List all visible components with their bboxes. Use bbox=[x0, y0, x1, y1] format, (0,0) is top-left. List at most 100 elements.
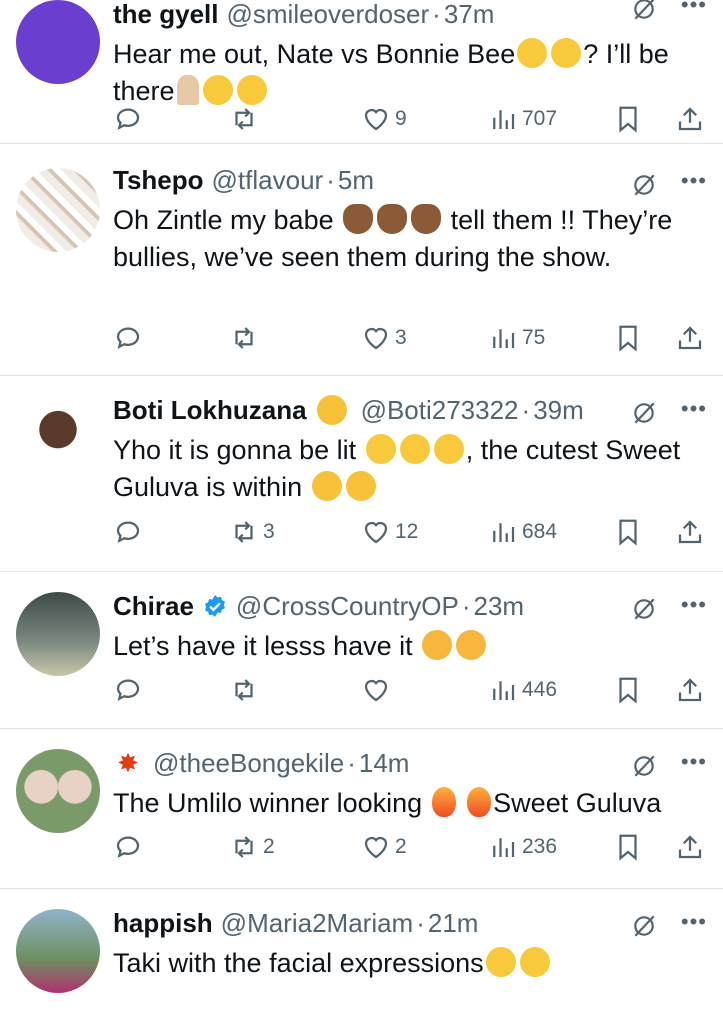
tweet[interactable]: Chirae @CrossCountryOP · 23m Let’s have … bbox=[0, 572, 723, 729]
timestamp[interactable]: 14m bbox=[359, 748, 410, 779]
bookmark-icon bbox=[619, 106, 637, 133]
avatar[interactable] bbox=[16, 749, 100, 833]
like-button[interactable]: 12 bbox=[361, 517, 418, 547]
avatar[interactable] bbox=[16, 0, 100, 84]
avatar[interactable] bbox=[16, 396, 100, 480]
share-button[interactable] bbox=[675, 323, 709, 353]
grok-icon[interactable] bbox=[631, 753, 657, 779]
handle[interactable]: @theeBongekile bbox=[153, 748, 344, 779]
retweet-count: 2 bbox=[263, 835, 275, 858]
views-button[interactable]: 236 bbox=[488, 832, 557, 862]
more-options-icon[interactable]: ••• bbox=[681, 0, 707, 18]
view-count: 75 bbox=[522, 326, 546, 349]
reply-button[interactable] bbox=[113, 323, 147, 353]
like-button[interactable]: 2 bbox=[361, 832, 407, 862]
like-button[interactable] bbox=[361, 675, 395, 705]
tweet[interactable]: the gyell @smileoverdoser · 37m Hear me … bbox=[0, 0, 723, 144]
display-name[interactable]: Tshepo bbox=[113, 165, 204, 196]
clapping-hands-icon bbox=[343, 204, 374, 234]
views-icon bbox=[493, 523, 515, 542]
retweet-button[interactable] bbox=[229, 323, 263, 353]
reply-button[interactable] bbox=[113, 517, 147, 547]
tweet-text: Yho it is gonna be lit , the cutest Swee… bbox=[113, 432, 707, 506]
retweet-button[interactable] bbox=[229, 675, 263, 705]
tweet[interactable]: Boti Lokhuzana @Boti273322 · 39m Yho it … bbox=[0, 376, 723, 572]
like-button[interactable]: 3 bbox=[361, 323, 407, 353]
tweet-body: happish @Maria2Mariam · 21m Taki with th… bbox=[113, 903, 707, 982]
tweet[interactable]: ✸ @theeBongekile · 14m The Umlilo winner… bbox=[0, 729, 723, 889]
retweet-button[interactable]: 2 bbox=[229, 832, 275, 862]
handle[interactable]: @smileoverdoser bbox=[226, 0, 429, 30]
grok-icon[interactable] bbox=[631, 913, 657, 939]
timestamp[interactable]: 21m bbox=[428, 908, 479, 939]
bookmark-button[interactable] bbox=[613, 675, 647, 705]
timestamp[interactable]: 37m bbox=[444, 0, 495, 30]
like-button[interactable]: 9 bbox=[361, 104, 407, 134]
grok-icon[interactable] bbox=[631, 0, 657, 22]
bookmark-button[interactable] bbox=[613, 104, 647, 134]
tweet-header: Chirae @CrossCountryOP · 23m bbox=[113, 586, 707, 626]
grok-icon[interactable] bbox=[631, 596, 657, 622]
views-button[interactable]: 707 bbox=[488, 104, 557, 134]
grok-icon[interactable] bbox=[631, 172, 657, 198]
reply-button[interactable] bbox=[113, 675, 147, 705]
views-button[interactable]: 446 bbox=[488, 675, 557, 705]
tweet-text-part: Hear me out, Nate vs Bonnie Bee bbox=[113, 39, 516, 69]
more-options-icon[interactable]: ••• bbox=[681, 749, 707, 775]
bookmark-button[interactable] bbox=[613, 517, 647, 547]
timestamp[interactable]: 5m bbox=[338, 165, 374, 196]
more-options-icon[interactable]: ••• bbox=[681, 396, 707, 422]
tweet-body: Boti Lokhuzana @Boti273322 · 39m Yho it … bbox=[113, 390, 707, 506]
share-icon bbox=[678, 520, 702, 544]
separator-dot: · bbox=[416, 907, 425, 938]
share-button[interactable] bbox=[675, 104, 709, 134]
handle[interactable]: @CrossCountryOP bbox=[236, 591, 459, 622]
reply-icon bbox=[116, 327, 140, 349]
separator-dot: · bbox=[432, 0, 441, 29]
reply-button[interactable] bbox=[113, 832, 147, 862]
heart-icon bbox=[364, 327, 388, 350]
more-options-icon[interactable]: ••• bbox=[681, 592, 707, 618]
timestamp[interactable]: 23m bbox=[474, 591, 525, 622]
tweet[interactable]: Tshepo @tflavour · 5m Oh Zintle my babe … bbox=[0, 144, 723, 376]
share-button[interactable] bbox=[675, 517, 709, 547]
view-count: 446 bbox=[522, 678, 558, 701]
share-button[interactable] bbox=[675, 675, 709, 705]
grok-icon[interactable] bbox=[631, 400, 657, 426]
reply-feed: the gyell @smileoverdoser · 37m Hear me … bbox=[0, 0, 723, 1029]
retweet-icon bbox=[235, 836, 253, 858]
bookmark-icon bbox=[619, 834, 637, 861]
bookmark-button[interactable] bbox=[613, 832, 647, 862]
rofl-face-icon bbox=[514, 942, 555, 982]
handle[interactable]: @Boti273322 bbox=[361, 395, 519, 426]
views-button[interactable]: 684 bbox=[488, 517, 557, 547]
tweet-body: Chirae @CrossCountryOP · 23m Let’s have … bbox=[113, 586, 707, 665]
more-options-icon[interactable]: ••• bbox=[681, 909, 707, 935]
heart-icon bbox=[364, 108, 388, 131]
handle[interactable]: @Maria2Mariam bbox=[221, 908, 414, 939]
avatar[interactable] bbox=[16, 592, 100, 676]
bookmark-button[interactable] bbox=[613, 323, 647, 353]
avatar[interactable] bbox=[16, 909, 100, 993]
tweet-header: Boti Lokhuzana @Boti273322 · 39m bbox=[113, 390, 707, 430]
display-name[interactable]: Boti Lokhuzana bbox=[113, 395, 307, 426]
retweet-icon bbox=[235, 327, 253, 349]
tweet[interactable]: happish @Maria2Mariam · 21m Taki with th… bbox=[0, 889, 723, 1029]
separator-dot: · bbox=[326, 164, 335, 195]
display-name[interactable]: the gyell bbox=[113, 0, 218, 30]
tired-face-icon bbox=[422, 630, 453, 660]
views-button[interactable]: 75 bbox=[488, 323, 545, 353]
timestamp[interactable]: 39m bbox=[533, 395, 584, 426]
display-name[interactable]: happish bbox=[113, 908, 213, 939]
crying-face-icon bbox=[517, 38, 548, 68]
reply-button[interactable] bbox=[113, 104, 147, 134]
tweet-header: Tshepo @tflavour · 5m bbox=[113, 160, 707, 200]
retweet-button[interactable]: 3 bbox=[229, 517, 275, 547]
display-name[interactable]: Chirae bbox=[113, 591, 194, 622]
share-button[interactable] bbox=[675, 832, 709, 862]
handle[interactable]: @tflavour bbox=[212, 165, 324, 196]
avatar[interactable] bbox=[16, 168, 100, 252]
separator-dot: · bbox=[347, 747, 356, 778]
retweet-button[interactable] bbox=[229, 104, 263, 134]
more-options-icon[interactable]: ••• bbox=[681, 168, 707, 194]
